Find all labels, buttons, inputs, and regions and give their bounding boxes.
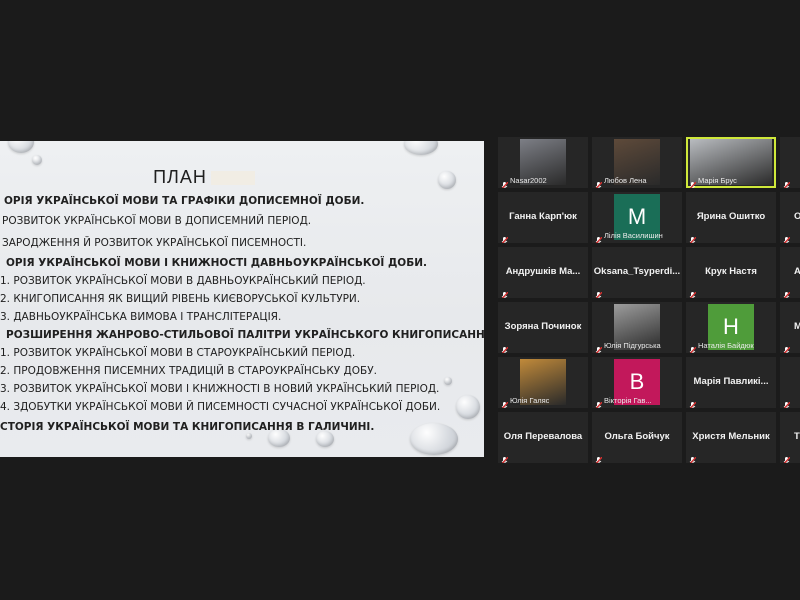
participant-tile[interactable]: Крук Настя xyxy=(686,247,776,298)
water-drop xyxy=(404,141,438,155)
mic-muted-icon xyxy=(783,397,791,408)
participant-label: Марія Брус xyxy=(698,176,737,185)
slide-line: 3. ДАВНЬОУКРАЇНСЬКА ВИМОВА І ТРАНСЛІТЕРА… xyxy=(0,311,282,323)
participant-name: Oksana_Tsyperdi... xyxy=(593,266,681,277)
water-drop xyxy=(32,155,42,165)
participant-tile[interactable]: Юлія Галяс xyxy=(498,357,588,408)
participant-name: А xyxy=(794,266,800,277)
mic-muted-icon xyxy=(501,232,509,243)
participant-tile[interactable]: Зоряна Починок xyxy=(498,302,588,353)
participant-tile[interactable]: Оля Перевалова xyxy=(498,412,588,463)
mic-muted-icon xyxy=(595,232,603,243)
participant-label: Наталія Байдюк xyxy=(698,341,754,350)
mic-muted-icon xyxy=(689,452,697,463)
participant-tile[interactable]: Марія Брус xyxy=(686,137,776,188)
participant-name: Ганна Карп'юк xyxy=(509,211,577,222)
participant-tile[interactable]: М Лілія Василишин xyxy=(592,192,682,243)
mic-muted-icon xyxy=(501,287,509,298)
participant-tile[interactable]: Nasar2002 xyxy=(498,137,588,188)
slide-line: ЗАРОДЖЕННЯ Й РОЗВИТОК УКРАЇНСЬКОЇ ПИСЕМН… xyxy=(2,237,307,249)
mic-muted-icon xyxy=(501,177,509,188)
participant-label: Лілія Василишин xyxy=(604,231,663,240)
mic-muted-icon xyxy=(783,287,791,298)
slide-line: ОРІЯ УКРАЇНСЬКОЇ МОВИ І КНИЖНОСТІ ДАВНЬО… xyxy=(6,257,428,269)
mic-muted-icon xyxy=(689,232,697,243)
water-drop xyxy=(456,395,480,419)
participant-label: Юлія Галяс xyxy=(510,396,550,405)
participant-name: Оля Перевалова xyxy=(503,431,583,442)
mic-muted-icon xyxy=(689,397,697,408)
participant-label: Любов Лена xyxy=(604,176,647,185)
slide-line: 2. КНИГОПИСАННЯ ЯК ВИЩИЙ РІВЕНЬ КИЄВОРУС… xyxy=(0,293,361,305)
mic-muted-icon xyxy=(783,452,791,463)
participant-tile[interactable]: В Вікторія Гав... xyxy=(592,357,682,408)
participant-tile-partial[interactable] xyxy=(780,357,800,408)
participant-name: Ольга Бойчук xyxy=(604,431,670,442)
slide-line: ОРІЯ УКРАЇНСЬКОЇ МОВИ ТА ГРАФІКИ ДОПИСЕМ… xyxy=(4,195,365,207)
water-drop xyxy=(410,423,458,455)
mic-muted-icon xyxy=(689,287,697,298)
mic-muted-icon xyxy=(595,342,603,353)
slide-line: 4. ЗДОБУТКИ УКРАЇНСЬКОЇ МОВИ Й ПИСЕМНОСТ… xyxy=(0,401,441,413)
mic-muted-icon xyxy=(501,452,509,463)
participant-tile-partial[interactable] xyxy=(780,137,800,188)
participant-tile[interactable]: Юлія Підгурська xyxy=(592,302,682,353)
participant-name: М xyxy=(794,321,800,332)
water-drop xyxy=(316,431,334,447)
participant-tile[interactable]: Ольга Бойчук xyxy=(592,412,682,463)
participant-name: Андрушків Ма... xyxy=(505,266,581,277)
participant-tile-partial[interactable]: А xyxy=(780,247,800,298)
participant-name: Христя Мельник xyxy=(692,431,770,442)
slide-line: 3. РОЗВИТОК УКРАЇНСЬКОЇ МОВИ І КНИЖНОСТІ… xyxy=(0,383,440,395)
participant-tile[interactable]: Марія Павликі... xyxy=(686,357,776,408)
mic-muted-icon xyxy=(689,177,697,188)
mic-muted-icon xyxy=(595,287,603,298)
slide-line: РОЗШИРЕННЯ ЖАНРОВО-СТИЛЬОВОЇ ПАЛІТРИ УКР… xyxy=(6,329,484,341)
slide-line: РОЗВИТОК УКРАЇНСЬКОЇ МОВИ В ДОПИСЕМНИЙ П… xyxy=(2,215,312,227)
participant-name: Ярина Ошитко xyxy=(696,211,766,222)
participant-label: Вікторія Гав... xyxy=(604,396,652,405)
water-drop xyxy=(438,171,456,189)
water-drop xyxy=(8,141,34,153)
mic-muted-icon xyxy=(783,342,791,353)
participant-name: О xyxy=(794,211,800,222)
slide-line: 1. РОЗВИТОК УКРАЇНСЬКОЇ МОВИ В ДАВНЬОУКР… xyxy=(0,275,366,287)
participant-name: Марія Павликі... xyxy=(693,376,769,387)
mic-muted-icon xyxy=(501,342,509,353)
participant-label: Юлія Підгурська xyxy=(604,341,661,350)
participant-name: Зоряна Починок xyxy=(504,321,582,332)
participant-name: Т xyxy=(794,431,800,442)
mic-muted-icon xyxy=(595,452,603,463)
participant-tile[interactable]: Ярина Ошитко xyxy=(686,192,776,243)
mic-muted-icon xyxy=(783,232,791,243)
participant-tile[interactable]: Христя Мельник xyxy=(686,412,776,463)
participant-tile-partial[interactable]: Т xyxy=(780,412,800,463)
mic-muted-icon xyxy=(595,177,603,188)
participant-tile-partial[interactable]: О xyxy=(780,192,800,243)
shared-slide: ПЛАН ОРІЯ УКРАЇНСЬКОЇ МОВИ ТА ГРАФІКИ ДО… xyxy=(0,141,484,457)
mic-muted-icon xyxy=(595,397,603,408)
water-drop xyxy=(246,433,252,439)
participant-tile[interactable]: Андрушків Ма... xyxy=(498,247,588,298)
slide-line: СТОРІЯ УКРАЇНСЬКОЇ МОВИ ТА КНИГОПИСАННЯ … xyxy=(0,421,375,433)
participant-tile[interactable]: Н Наталія Байдюк xyxy=(686,302,776,353)
mic-muted-icon xyxy=(783,177,791,188)
participant-tile[interactable]: Любов Лена xyxy=(592,137,682,188)
mic-muted-icon xyxy=(689,342,697,353)
participant-label: Nasar2002 xyxy=(510,176,547,185)
mic-muted-icon xyxy=(501,397,509,408)
water-drop xyxy=(444,377,452,385)
participant-tile-partial[interactable]: М xyxy=(780,302,800,353)
slide-line: 1. РОЗВИТОК УКРАЇНСЬКОЇ МОВИ В СТАРОУКРА… xyxy=(0,347,356,359)
participant-tile[interactable]: Ганна Карп'юк xyxy=(498,192,588,243)
participant-tile[interactable]: Oksana_Tsyperdi... xyxy=(592,247,682,298)
participant-name: Крук Настя xyxy=(705,266,757,277)
slide-line: 2. ПРОДОВЖЕННЯ ПИСЕМНИХ ТРАДИЦІЙ В СТАРО… xyxy=(0,365,377,377)
slide-title: ПЛАН xyxy=(0,167,408,188)
